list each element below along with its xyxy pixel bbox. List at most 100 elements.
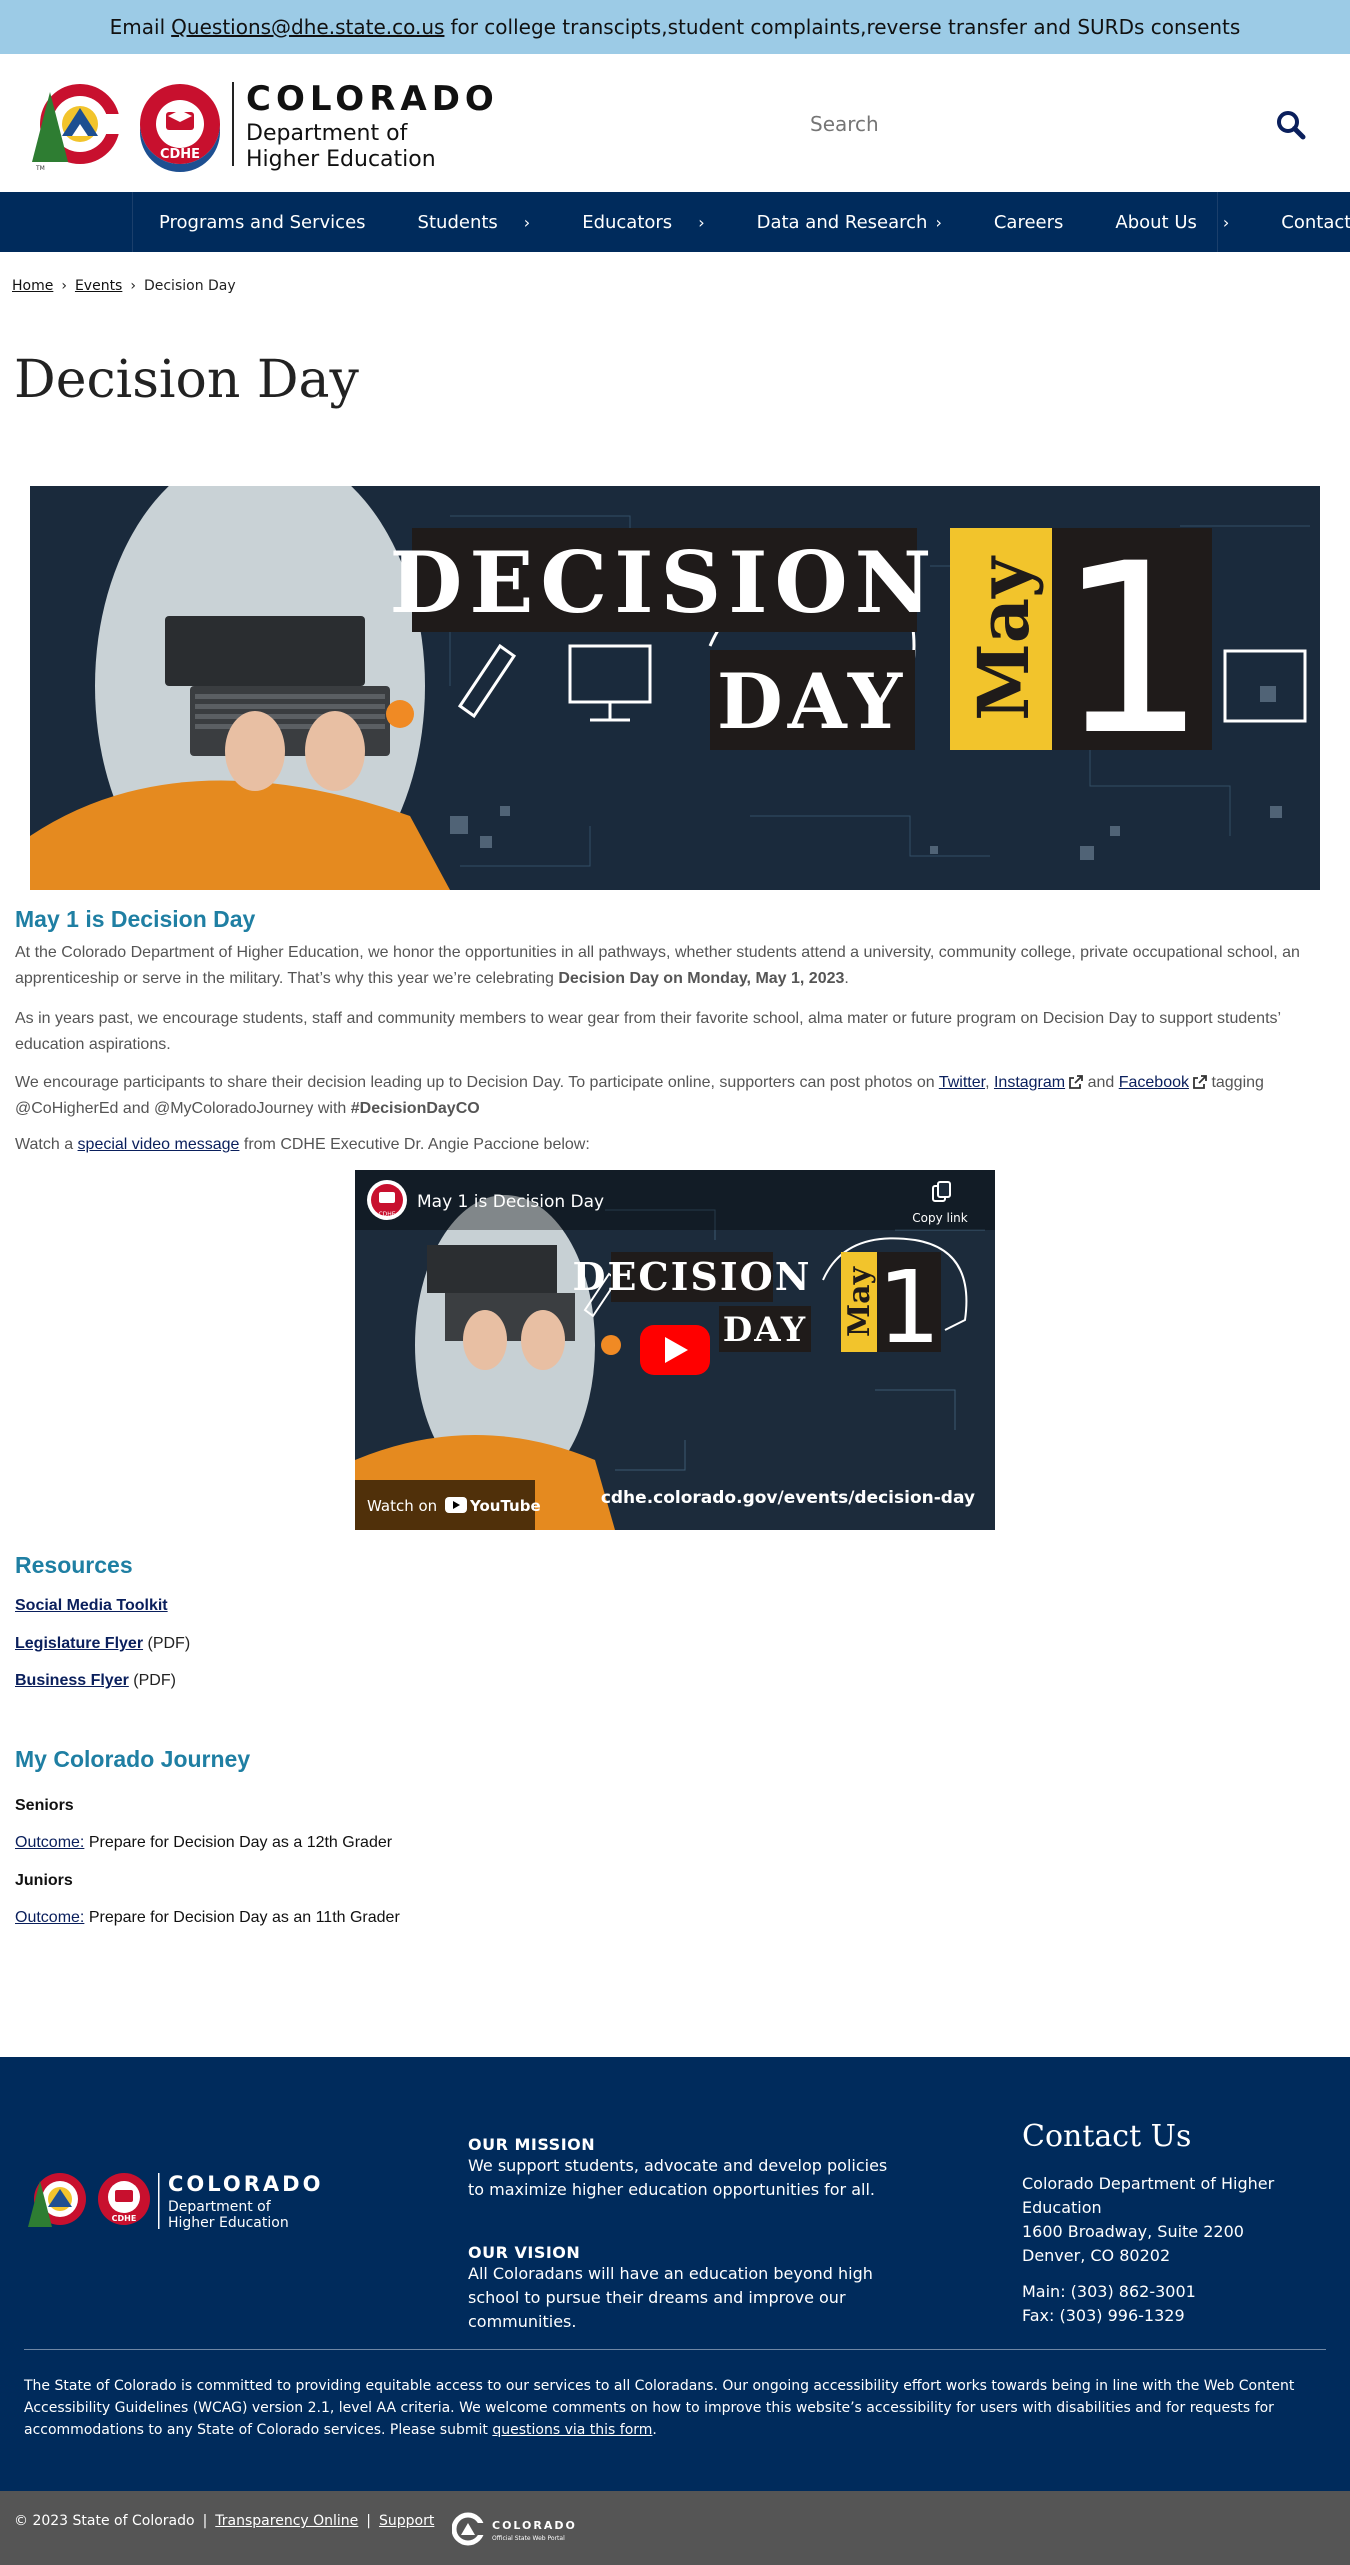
play-button-icon [640,1325,710,1375]
resource-item: Business Flyer (PDF) [15,1672,176,1690]
nav-item-contact-us[interactable]: Contact Us [1255,192,1350,252]
intro-heading: May 1 is Decision Day [15,906,256,932]
breadcrumb-separator: › [130,278,136,294]
video-message-link[interactable]: special video message [78,1136,240,1153]
social-media-toolkit-link[interactable]: Social Media Toolkit [15,1597,168,1614]
facebook-link[interactable]: Facebook [1119,1074,1189,1091]
intro-paragraph-3: We encourage participants to share their… [15,1070,1335,1122]
chevron-right-icon[interactable]: › [698,213,704,232]
outcome-link[interactable]: Outcome: [15,1909,84,1926]
nav-item-data-and-research[interactable]: Data and Research › [731,192,968,252]
text: and [1087,1074,1115,1091]
chevron-right-icon[interactable]: › [1223,213,1229,232]
outcome-text: Prepare for Decision Day as a 12th Grade… [88,1834,393,1851]
resource-item: Legislature Flyer (PDF) [15,1635,190,1653]
journey-heading: My Colorado Journey [15,1746,251,1772]
nav-item-students[interactable]: Students › [392,192,557,252]
breadcrumb-events[interactable]: Events [75,278,122,294]
footer-logo-line1: Department of [168,2199,272,2215]
video-url-overlay: cdhe.colorado.gov/events/decision-day [601,1488,975,1508]
external-link-icon [1193,1075,1207,1089]
video-month: May [842,1265,877,1337]
nav-label: Contact Us [1281,211,1350,233]
nav-label: About Us [1115,211,1197,233]
contact-address-1: 1600 Broadway, Suite 2200 [1022,2222,1244,2241]
text: The State of Colorado is committed to pr… [24,2378,1295,2438]
portal-subtitle: Official State Web Portal [492,2535,565,2542]
journey-group-label: Seniors [15,1797,74,1814]
journey-heading-wrap: My Colorado Journey [15,1746,1335,1773]
legislature-flyer-link[interactable]: Legislature Flyer [15,1635,143,1652]
logo-wordmark: COLORADO [246,79,498,119]
page-title: Decision Day [14,350,359,410]
resources-heading-wrap: Resources [15,1552,1335,1579]
nav-label: Students [417,211,498,233]
copyright: © 2023 State of Colorado [14,2513,195,2529]
contact-title: Contact Us [1022,2119,1192,2154]
search-input[interactable] [790,112,1260,136]
intro-paragraph-2: As in years past, we encourage students,… [15,1010,1281,1053]
video-day-number: 1 [877,1249,941,1366]
instagram-link[interactable]: Instagram [994,1074,1065,1091]
decision-day-hero-image: DECISION DAY May 1 [30,486,1320,890]
nav-label: Educators [582,211,673,233]
intro-paragraph-4: Watch a special video message from CDHE … [15,1132,1335,1158]
breadcrumb-home[interactable]: Home [12,278,53,294]
search-icon[interactable] [1276,110,1306,140]
colorado-c-icon [452,2512,486,2546]
banner-email-link[interactable]: Questions@dhe.state.co.us [171,15,444,39]
banner-prefix: Email [109,15,166,39]
search-bar [790,100,1330,148]
vision-block: OUR VISION All Coloradans will have an e… [468,2243,898,2334]
emphasis: Decision Day on Monday, May 1, 2023 [558,970,845,987]
journey-outcome: Outcome: Prepare for Decision Day as an … [15,1909,400,1927]
accessibility-statement: The State of Colorado is committed to pr… [24,2375,1324,2441]
text: Watch a [15,1136,74,1153]
resource-item: Social Media Toolkit [15,1597,168,1615]
outcome-link[interactable]: Outcome: [15,1834,84,1851]
co-logo-icon [28,2173,86,2227]
business-flyer-link[interactable]: Business Flyer [15,1672,129,1689]
banner-suffix: for college transcipts,student complaint… [450,15,1241,39]
nav-item-about-us[interactable]: About Us › [1089,192,1255,252]
intro-heading-wrap: May 1 is Decision Day [15,906,1335,933]
text: We encourage participants to share their… [15,1074,935,1091]
main-navigation: Programs and Services Students › Educator… [0,192,1350,252]
mission-title: OUR MISSION [468,2135,596,2154]
contact-fax: Fax: (303) 996-1329 [1022,2306,1185,2325]
contact-block: Contact Us Colorado Department of Higher… [1022,2119,1332,2328]
chevron-right-icon[interactable]: › [524,213,530,232]
site-header: TM CDHE COLORADO Department of Higher Ed… [0,54,1350,192]
video-title: May 1 is Decision Day [417,1192,604,1212]
contact-phone: Main: (303) 862-3001 [1022,2282,1196,2301]
footer-logo[interactable]: CDHE COLORADO Department of Higher Educa… [24,2169,344,2233]
nav-item-programs-and-services[interactable]: Programs and Services [133,192,392,252]
channel-badge-text: CDHE [378,1211,395,1218]
logo-tm: TM [35,165,45,172]
text: . [652,2422,657,2438]
nav-item-educators[interactable]: Educators › [556,192,730,252]
footer-logo-badge-text: CDHE [112,2214,137,2223]
accessibility-form-link[interactable]: questions via this form [492,2422,652,2438]
nav-label: Data and Research [756,211,928,233]
breadcrumb-separator: › [61,278,67,294]
portal-wordmark: COLORADO [492,2519,577,2532]
co-logo-icon [32,84,126,164]
footer-logo-line2: Higher Education [168,2215,289,2231]
hero-word-decision: DECISION [390,533,939,632]
youtube-video-embed[interactable]: DECISION DAY May 1 CDHE May 1 is Decisio… [355,1170,995,1530]
bottom-bar: © 2023 State of Colorado | Transparency On… [0,2491,1350,2565]
cdhe-logo[interactable]: TM CDHE COLORADO Department of Higher Ed… [28,74,498,174]
colorado-portal-logo[interactable]: COLORADO Official State Web Portal [452,2511,592,2547]
support-link[interactable]: Support [379,2513,434,2529]
nav-label: Careers [993,211,1064,233]
outcome-text: Prepare for Decision Day as an 11th Grad… [88,1909,400,1926]
transparency-online-link[interactable]: Transparency Online [215,2513,358,2529]
twitter-link[interactable]: Twitter [939,1074,985,1091]
journey-group-label: Juniors [15,1872,73,1889]
file-type-note: (PDF) [147,1635,191,1652]
copy-link-label: Copy link [912,1211,968,1225]
chevron-right-icon[interactable]: › [935,213,941,232]
video-word-decision: DECISION [573,1254,812,1299]
nav-item-careers[interactable]: Careers [968,192,1090,252]
